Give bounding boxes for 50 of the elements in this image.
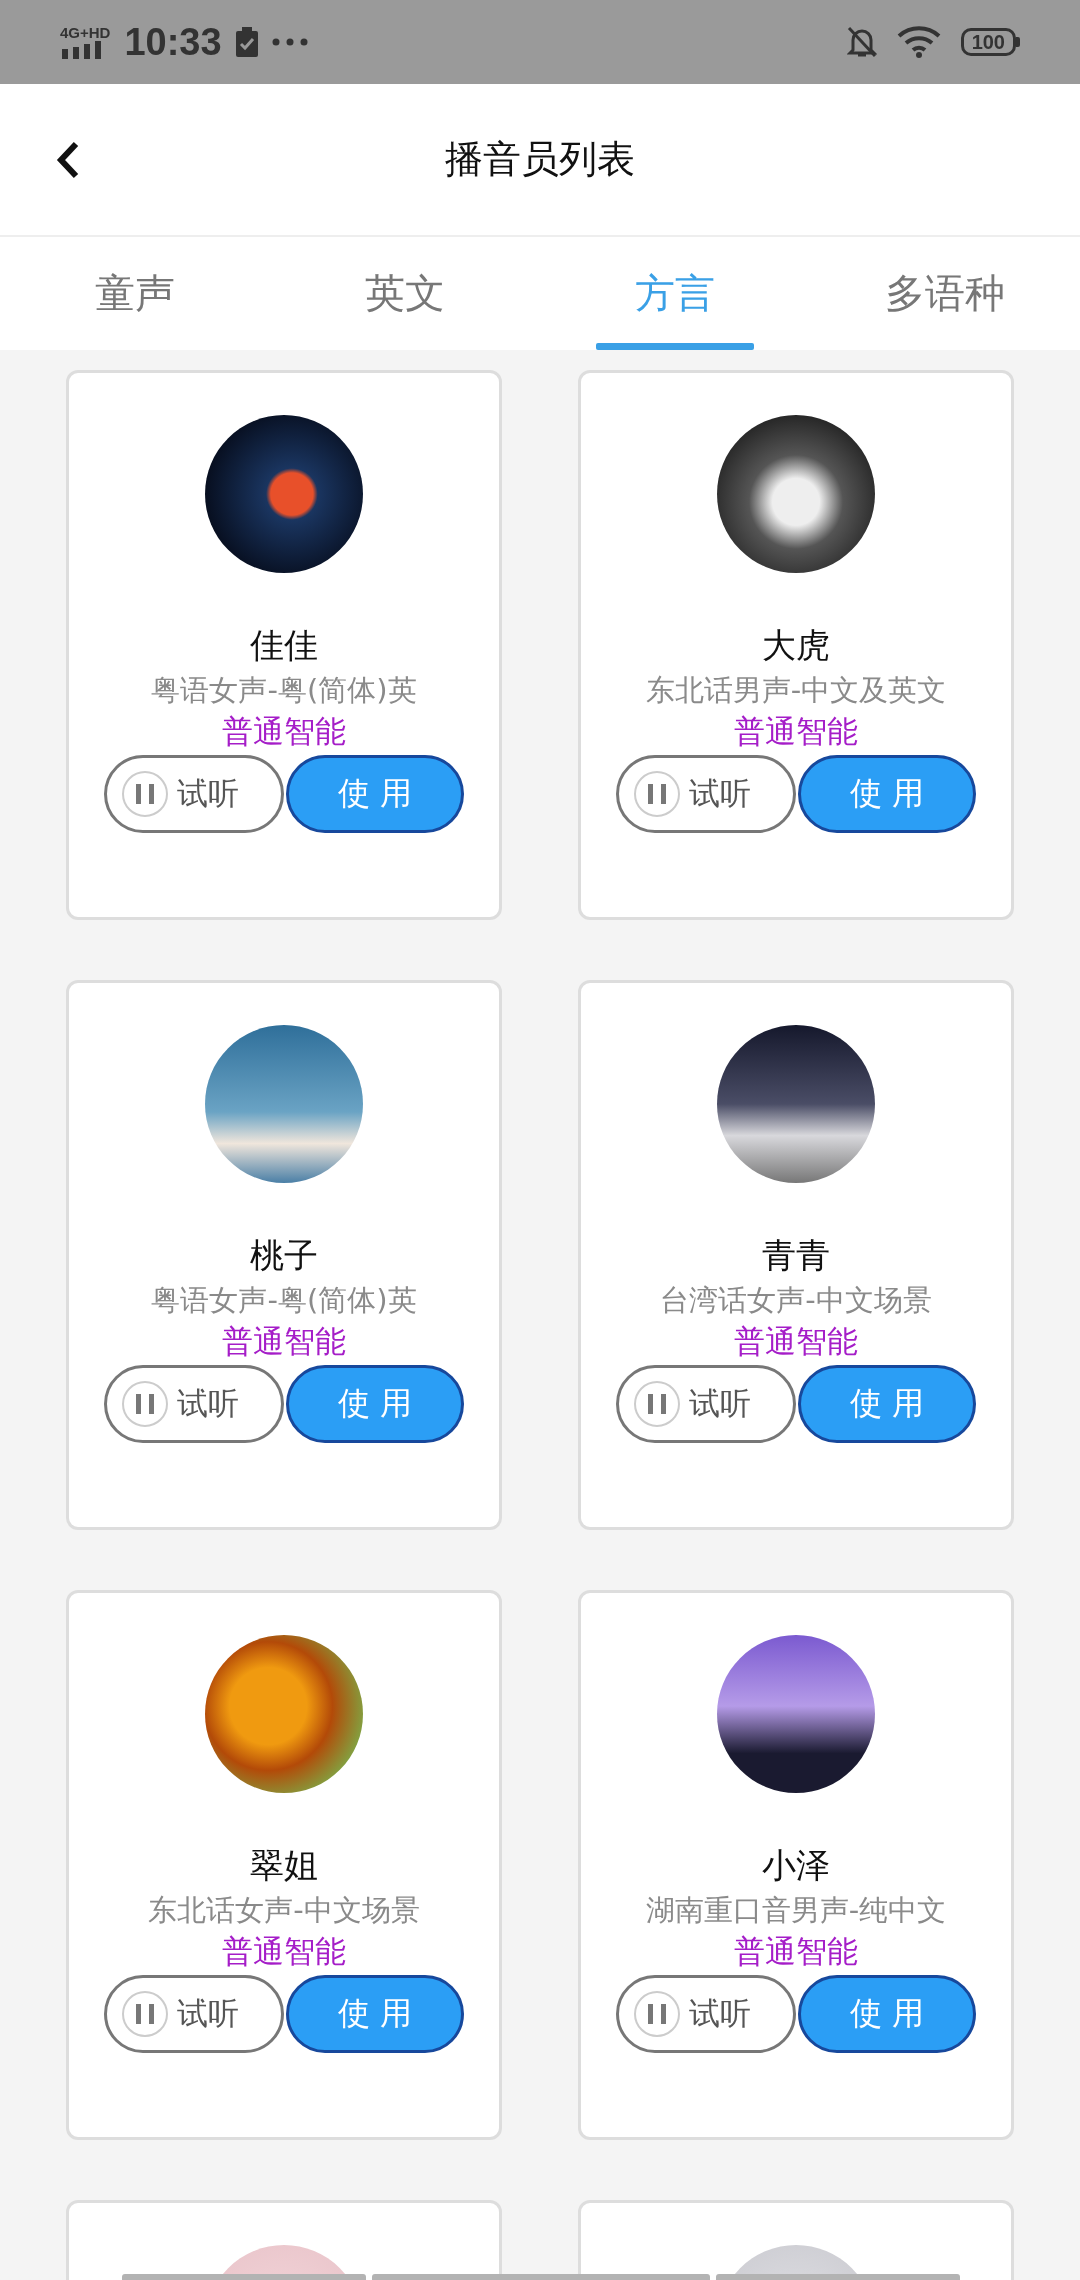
network-type: 4G+HD bbox=[60, 25, 111, 41]
tier-label: 普通智能 bbox=[222, 1322, 346, 1361]
bell-off-icon bbox=[846, 26, 877, 58]
more-icon bbox=[271, 38, 308, 46]
tab[interactable]: 方言 bbox=[540, 237, 810, 350]
signal-icon bbox=[60, 41, 104, 59]
tab[interactable]: 童声 bbox=[0, 237, 270, 350]
voice-name: 桃子 bbox=[250, 1234, 318, 1277]
voice-name: 青青 bbox=[762, 1234, 830, 1277]
use-button[interactable]: 使 用 bbox=[286, 1365, 464, 1443]
pause-icon bbox=[633, 1380, 681, 1428]
tier-label: 普通智能 bbox=[734, 712, 858, 751]
tier-label: 普通智能 bbox=[734, 1932, 858, 1971]
wifi-icon bbox=[896, 26, 941, 58]
clipboard-check-icon bbox=[235, 27, 258, 57]
voice-description: 东北话男声-中文及英文 bbox=[645, 672, 947, 709]
battery-level: 100 bbox=[960, 28, 1016, 56]
preview-button[interactable]: 试听 bbox=[104, 755, 284, 833]
pause-icon bbox=[121, 770, 169, 818]
tier-label: 普通智能 bbox=[222, 712, 346, 751]
voice-description: 粤语女声-粤(简体)英 bbox=[151, 672, 417, 709]
tier-label: 普通智能 bbox=[734, 1322, 858, 1361]
pause-icon bbox=[633, 1990, 681, 2038]
preview-button[interactable]: 试听 bbox=[616, 1365, 796, 1443]
voice-name: 翠姐 bbox=[250, 1844, 318, 1887]
preview-button[interactable]: 试听 bbox=[104, 1975, 284, 2053]
use-button[interactable]: 使 用 bbox=[798, 1365, 976, 1443]
tab[interactable]: 英文 bbox=[270, 237, 540, 350]
tab[interactable]: 多语种 bbox=[810, 237, 1080, 350]
use-button[interactable]: 使 用 bbox=[798, 755, 976, 833]
voice-name: 大虎 bbox=[762, 624, 830, 667]
preview-button[interactable]: 试听 bbox=[616, 755, 796, 833]
preview-button[interactable]: 试听 bbox=[616, 1975, 796, 2053]
pause-icon bbox=[121, 1380, 169, 1428]
pause-icon bbox=[121, 1990, 169, 2038]
back-icon bbox=[56, 139, 80, 180]
voice-description: 台湾话女声-中文场景 bbox=[660, 1282, 932, 1319]
use-button[interactable]: 使 用 bbox=[286, 1975, 464, 2053]
preview-button[interactable]: 试听 bbox=[104, 1365, 284, 1443]
status-time: 10:33 bbox=[124, 20, 222, 64]
use-button[interactable]: 使 用 bbox=[798, 1975, 976, 2053]
voice-name: 佳佳 bbox=[250, 624, 318, 667]
voice-description: 东北话女声-中文场景 bbox=[148, 1892, 420, 1929]
page-title: 播音员列表 bbox=[445, 136, 635, 183]
pause-icon bbox=[633, 770, 681, 818]
voice-description: 粤语女声-粤(简体)英 bbox=[151, 1282, 417, 1319]
tier-label: 普通智能 bbox=[222, 1932, 346, 1971]
use-button[interactable]: 使 用 bbox=[286, 755, 464, 833]
voice-description: 湖南重口音男声-纯中文 bbox=[645, 1892, 947, 1929]
voice-name: 小泽 bbox=[762, 1844, 830, 1887]
